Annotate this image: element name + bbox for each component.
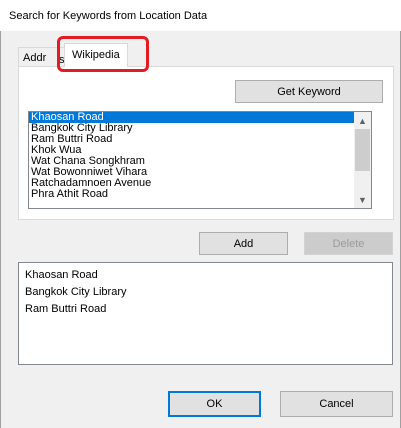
get-keyword-button-label: Get Keyword — [277, 85, 341, 98]
keyword-search-dialog: Search for Keywords from Location Data A… — [0, 0, 401, 428]
scroll-up-arrow-icon[interactable]: ▲ — [354, 112, 371, 129]
scroll-down-arrow-icon[interactable]: ▼ — [354, 191, 371, 208]
add-button-label: Add — [233, 237, 254, 250]
scroll-thumb[interactable] — [355, 129, 370, 171]
tab-wikipedia[interactable]: Wikipedia — [64, 43, 128, 67]
dialog-left-border — [0, 31, 1, 428]
keyword-list-scrollbar[interactable]: ▲ ▼ — [354, 112, 371, 208]
add-button[interactable]: Add — [199, 232, 288, 255]
ok-button-label: OK — [206, 398, 223, 410]
list-item[interactable]: Khaosan Road — [19, 267, 392, 284]
list-item[interactable]: Bangkok City Library — [19, 284, 392, 301]
title-bar[interactable]: Search for Keywords from Location Data — [0, 0, 401, 31]
cancel-button[interactable]: Cancel — [280, 391, 393, 417]
tab-address-label: Addr — [23, 52, 47, 64]
window-title: Search for Keywords from Location Data — [9, 10, 208, 22]
tab-wikipedia-label: Wikipedia — [72, 49, 120, 61]
tab-address[interactable]: Addr s — [18, 47, 70, 67]
selected-keywords-listbox[interactable]: Khaosan Road Bangkok City Library Ram Bu… — [18, 262, 393, 365]
keyword-listbox[interactable]: Khaosan Road Bangkok City Library Ram Bu… — [28, 111, 372, 209]
list-item[interactable]: Phra Athit Road — [29, 189, 371, 200]
list-item[interactable]: Ram Buttri Road — [19, 301, 392, 318]
get-keyword-button[interactable]: Get Keyword — [235, 80, 383, 103]
delete-button[interactable]: Delete — [304, 232, 393, 255]
ok-button[interactable]: OK — [168, 391, 261, 417]
delete-button-label: Delete — [332, 237, 365, 250]
cancel-button-label: Cancel — [319, 398, 354, 410]
